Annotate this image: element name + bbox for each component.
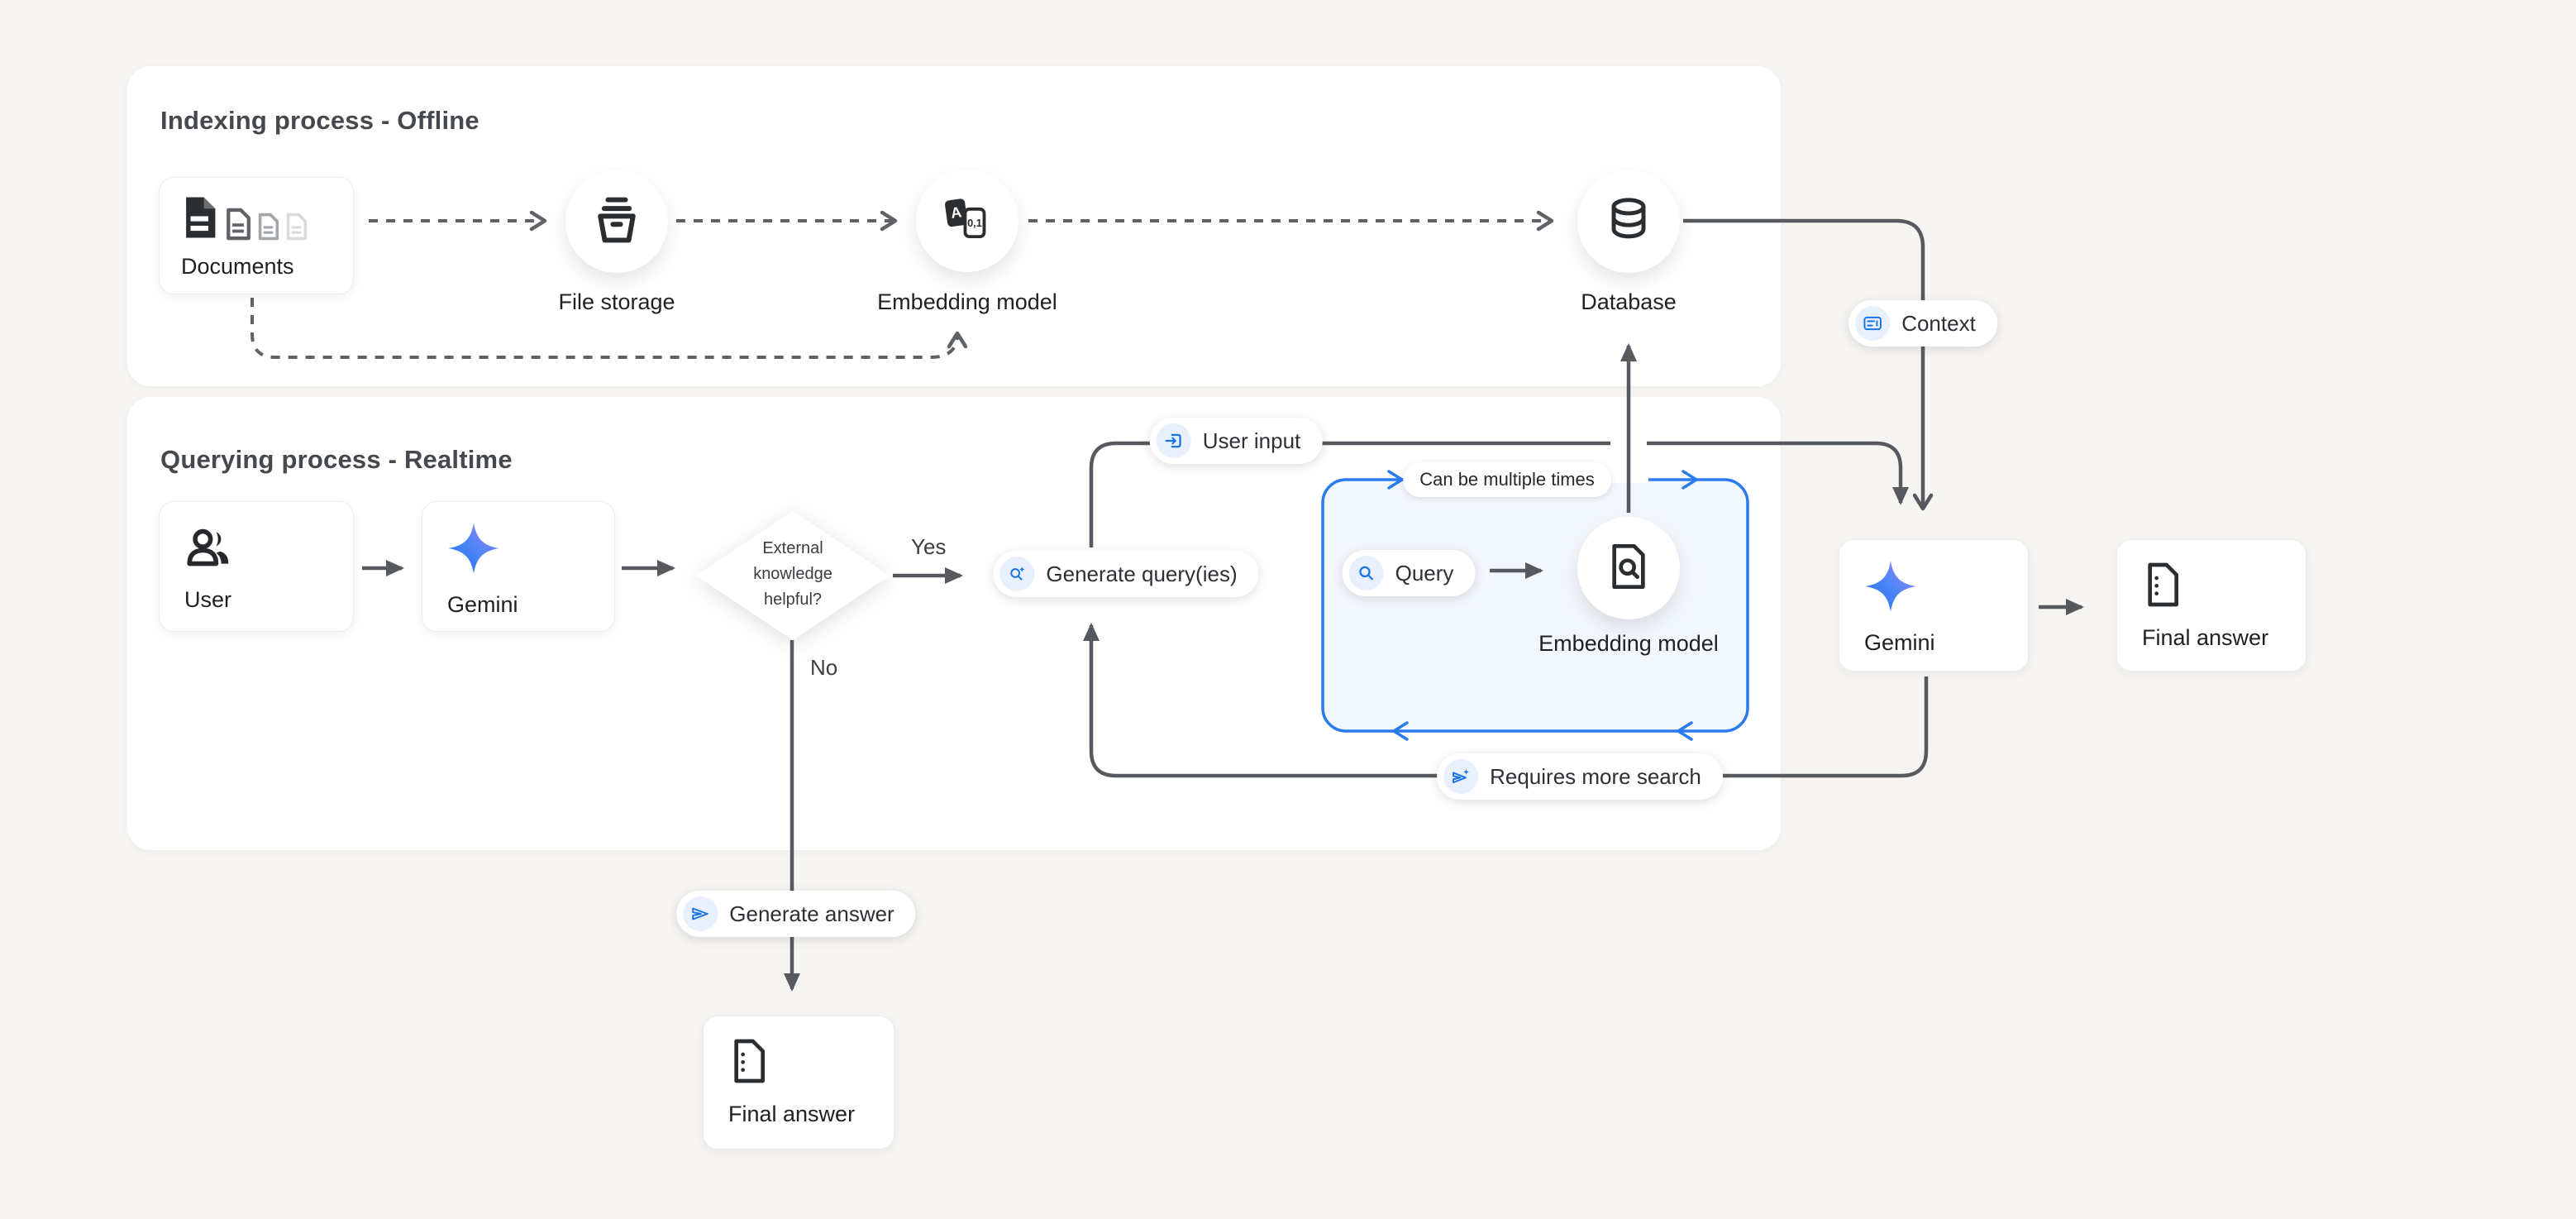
document-icon	[728, 1073, 770, 1088]
file-storage-node	[565, 170, 668, 273]
context-badge: Context	[1849, 300, 1997, 347]
send-icon	[683, 896, 718, 931]
context-label: Context	[1901, 311, 1976, 337]
user-label: User	[184, 587, 353, 613]
svg-text:0,1: 0,1	[967, 216, 982, 228]
generate-query-icon	[999, 557, 1034, 591]
diagram-page: { "colors": { "accent_blue": "#1a73e8", …	[0, 0, 2576, 1219]
document-search-icon	[1605, 542, 1652, 595]
no-label: No	[810, 655, 837, 681]
embedding-model-query-node	[1577, 517, 1680, 619]
document-icon	[2142, 597, 2183, 611]
can-be-multiple-times-pill: Can be multiple times	[1403, 462, 1611, 497]
final-answer-right-label: Final answer	[2142, 625, 2306, 651]
query-label: Query	[1395, 561, 1454, 586]
final-answer-bottom-node: Final answer	[703, 1016, 894, 1150]
gemini-star-icon	[447, 564, 500, 578]
generate-queries-pill: Generate query(ies)	[993, 551, 1258, 597]
final-answer-bottom-label: Final answer	[728, 1102, 894, 1127]
yes-label: Yes	[911, 534, 946, 560]
embedding-model-icon: A 0,1	[941, 194, 994, 248]
gemini-answer-node: Gemini	[1839, 539, 2029, 672]
requires-more-search-label: Requires more search	[1490, 764, 1701, 790]
context-icon	[1855, 306, 1890, 341]
documents-icon	[181, 194, 353, 241]
embedding-model-offline-node: A 0,1	[916, 170, 1018, 272]
user-icon	[184, 559, 236, 573]
user-input-badge: User input	[1150, 418, 1323, 464]
repeat-loop-box	[1323, 471, 1748, 739]
requires-more-search-badge: Requires more search	[1437, 753, 1723, 800]
documents-label: Documents	[181, 254, 353, 280]
login-icon	[1157, 423, 1191, 458]
gemini-star-icon	[1864, 602, 1917, 616]
query-pill: Query	[1343, 550, 1476, 596]
embedding-model-offline-label: Embedding model	[827, 289, 1108, 315]
decision-label: External knowledge helpful?	[735, 536, 851, 613]
user-node: User	[159, 501, 354, 632]
gemini-node: Gemini	[422, 501, 615, 632]
generate-queries-label: Generate query(ies)	[1046, 562, 1237, 587]
database-node	[1577, 170, 1680, 273]
database-icon	[1603, 194, 1654, 250]
search-icon	[1349, 556, 1384, 590]
user-input-label: User input	[1203, 428, 1301, 454]
file-storage-label: File storage	[476, 289, 757, 315]
gemini-answer-label: Gemini	[1864, 630, 2028, 656]
embedding-model-query-label: Embedding model	[1538, 627, 1720, 662]
database-label: Database	[1488, 289, 1769, 315]
generate-answer-label: Generate answer	[729, 901, 894, 927]
gemini-label: Gemini	[447, 592, 614, 618]
documents-node: Documents	[159, 177, 354, 294]
generate-answer-badge: Generate answer	[676, 891, 915, 937]
send-spark-icon	[1443, 759, 1478, 794]
final-answer-right-node: Final answer	[2116, 539, 2306, 672]
file-storage-icon	[589, 193, 644, 251]
can-be-multiple-times-label: Can be multiple times	[1419, 469, 1595, 490]
